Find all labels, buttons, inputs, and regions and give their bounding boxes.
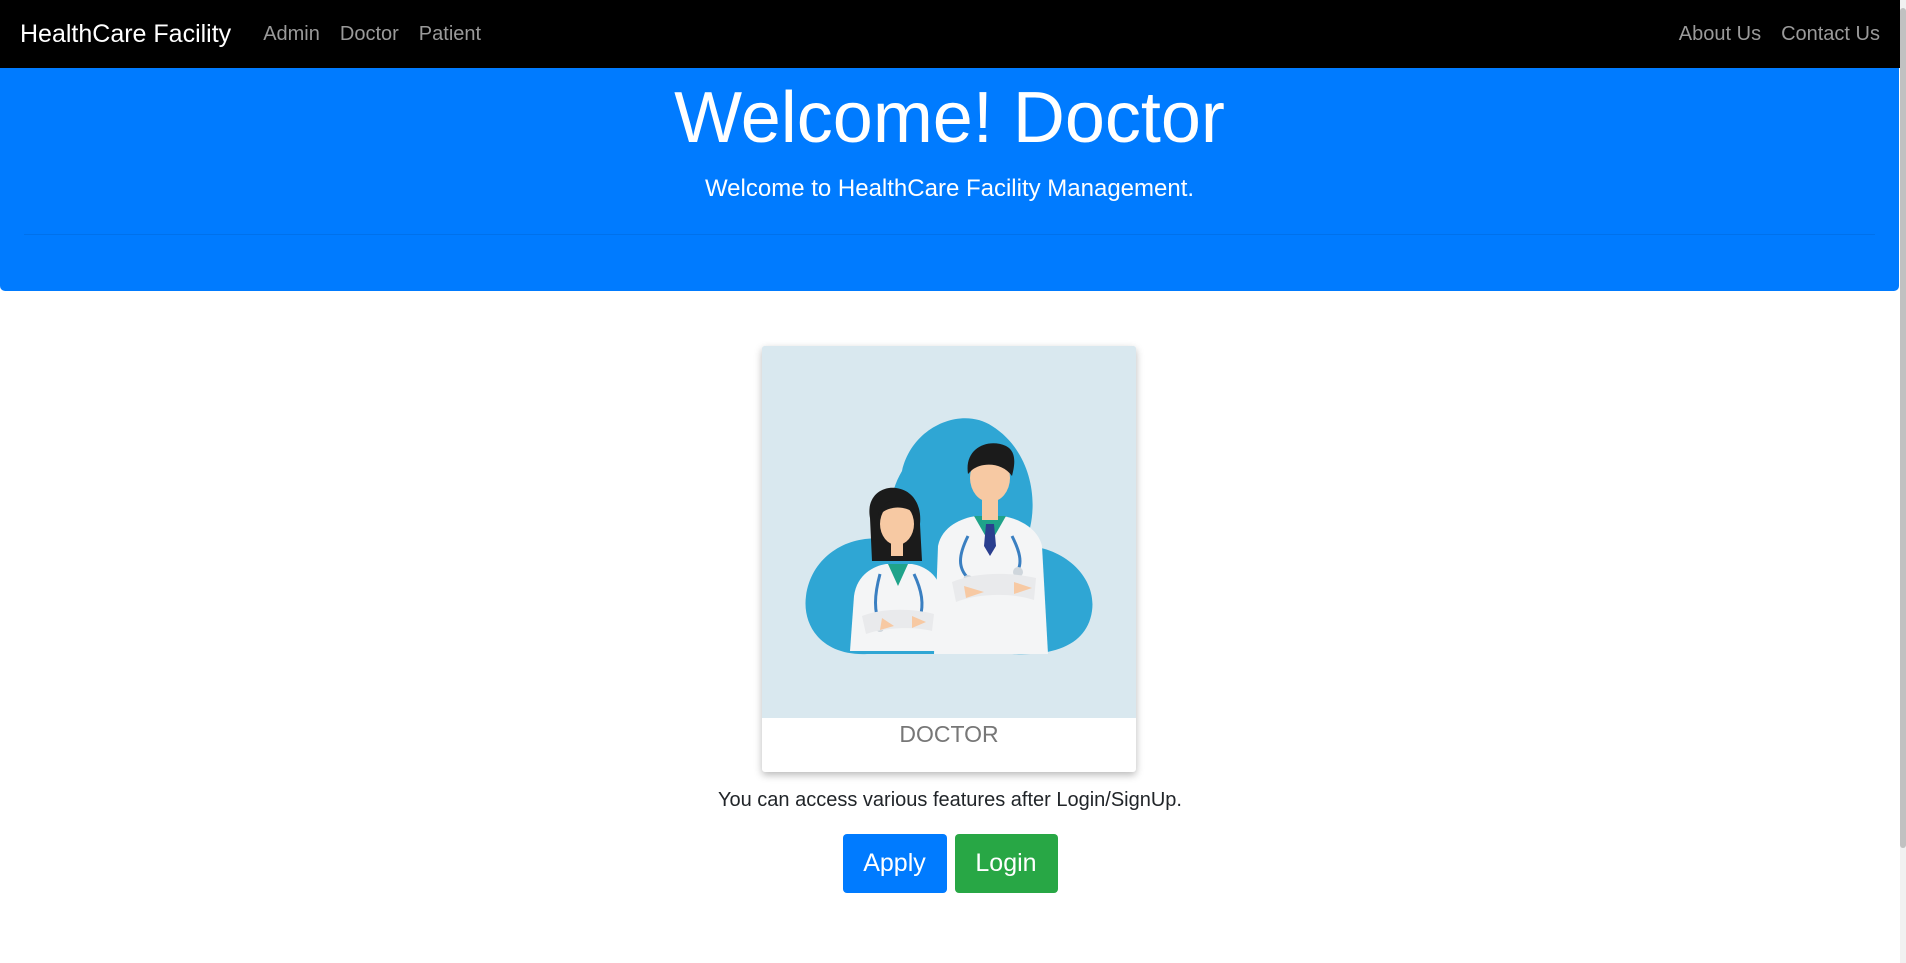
- jumbotron: Welcome! Doctor Welcome to HealthCare Fa…: [0, 68, 1899, 291]
- nav-link-doctor[interactable]: Doctor: [340, 23, 399, 46]
- page: HealthCare Facility Admin Doctor Patient…: [0, 0, 1906, 963]
- scrollbar-thumb[interactable]: [1900, 8, 1906, 848]
- nav-link-about-us[interactable]: About Us: [1679, 23, 1761, 46]
- nav-link-contact-us[interactable]: Contact Us: [1781, 23, 1880, 46]
- vertical-scrollbar[interactable]: [1900, 0, 1906, 963]
- divider: [24, 234, 1875, 235]
- brand-link[interactable]: HealthCare Facility: [20, 20, 231, 49]
- doctor-card: DOCTOR: [762, 346, 1136, 772]
- doctors-illustration: [762, 346, 1136, 718]
- page-subtitle: Welcome to HealthCare Facility Managemen…: [704, 175, 1195, 202]
- info-text: You can access various features after Lo…: [718, 789, 1182, 811]
- apply-button[interactable]: Apply: [842, 834, 947, 893]
- login-button[interactable]: Login: [954, 834, 1058, 893]
- nav-link-patient[interactable]: Patient: [419, 23, 481, 46]
- page-title: Welcome! Doctor: [674, 78, 1225, 158]
- navbar: HealthCare Facility Admin Doctor Patient…: [0, 0, 1900, 68]
- button-row: Apply Login: [0, 834, 1900, 893]
- nav-link-admin[interactable]: Admin: [263, 23, 320, 46]
- card-label: DOCTOR: [899, 721, 999, 747]
- nav-right-group: About Us Contact Us: [1659, 23, 1880, 46]
